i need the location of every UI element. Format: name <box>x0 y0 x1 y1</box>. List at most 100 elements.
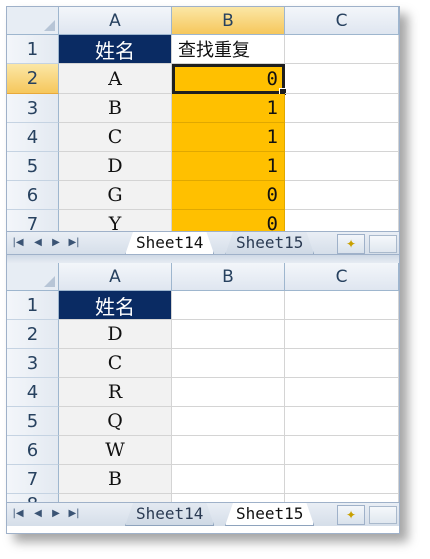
cell-c2[interactable] <box>285 64 399 94</box>
table-row: 5 D 1 <box>7 152 399 181</box>
row-header[interactable]: 8 <box>7 494 59 502</box>
tab-sheet14[interactable]: Sheet14 <box>125 503 214 526</box>
cell-b8[interactable] <box>172 494 285 502</box>
cell-c7[interactable] <box>285 210 399 232</box>
tab-sheet15[interactable]: Sheet15 <box>225 232 314 254</box>
name-header-cell[interactable]: 姓名 <box>59 291 172 320</box>
column-header-b[interactable]: B <box>172 263 285 291</box>
name-cell[interactable]: W <box>59 436 172 465</box>
table-row: 8 <box>7 494 399 502</box>
table-row: 6 G 0 <box>7 181 399 210</box>
cell-b7[interactable] <box>172 465 285 494</box>
table-row: 4 C 1 <box>7 123 399 152</box>
duplicate-flag-cell[interactable]: 0 <box>172 210 285 232</box>
table-row: 3 B 1 <box>7 94 399 123</box>
row-header[interactable]: 7 <box>7 210 59 232</box>
name-cell[interactable]: C <box>59 123 172 152</box>
cell-b6[interactable] <box>172 436 285 465</box>
horizontal-scrollbar[interactable] <box>369 506 397 524</box>
column-header-c[interactable]: C <box>285 263 399 291</box>
name-cell[interactable] <box>59 494 172 502</box>
table-row: 2 D <box>7 320 399 349</box>
cell-c2[interactable] <box>285 320 399 349</box>
name-cell[interactable]: D <box>59 152 172 181</box>
last-sheet-icon[interactable]: ▶| <box>67 236 81 250</box>
name-cell[interactable]: D <box>59 320 172 349</box>
row-header[interactable]: 3 <box>7 349 59 378</box>
name-cell[interactable]: R <box>59 378 172 407</box>
row-header[interactable]: 6 <box>7 181 59 210</box>
name-cell[interactable]: B <box>59 94 172 123</box>
column-header-a[interactable]: A <box>59 7 172 35</box>
cell-c8[interactable] <box>285 494 399 502</box>
row-header[interactable]: 4 <box>7 123 59 152</box>
column-header-b[interactable]: B <box>172 7 285 35</box>
excel-window: A B C 1 姓名 查找重复 2 A 0 3 B 1 4 C 1 5 D 1 … <box>6 6 400 534</box>
horizontal-scrollbar[interactable] <box>369 235 397 253</box>
bottom-sheet-pane: A B C 1 姓名 2 D 3 C 4 R 5 Q 6 W 7 B |◀ ◀ … <box>7 263 399 533</box>
next-sheet-icon[interactable]: ▶ <box>49 507 63 521</box>
prev-sheet-icon[interactable]: ◀ <box>31 236 45 250</box>
cell-c5[interactable] <box>285 407 399 436</box>
name-cell[interactable]: B <box>59 465 172 494</box>
row-header[interactable]: 6 <box>7 436 59 465</box>
first-sheet-icon[interactable]: |◀ <box>11 507 25 521</box>
duplicate-flag-cell[interactable]: 1 <box>172 152 285 181</box>
name-header-cell[interactable]: 姓名 <box>59 35 172 64</box>
select-all-corner[interactable] <box>7 7 59 35</box>
prev-sheet-icon[interactable]: ◀ <box>31 507 45 521</box>
insert-sheet-icon[interactable]: ✦ <box>337 234 365 254</box>
row-header[interactable]: 1 <box>7 35 59 64</box>
row-header[interactable]: 2 <box>7 64 59 94</box>
row-header[interactable]: 4 <box>7 378 59 407</box>
name-cell[interactable]: A <box>59 64 172 94</box>
cell-c6[interactable] <box>285 436 399 465</box>
column-header-row: A B C <box>7 263 399 291</box>
select-all-corner[interactable] <box>7 263 59 291</box>
cell-c3[interactable] <box>285 94 399 123</box>
cell-c4[interactable] <box>285 123 399 152</box>
cell-b4[interactable] <box>172 378 285 407</box>
active-cell-b2[interactable]: 0 <box>172 64 287 96</box>
cell-b1[interactable] <box>172 291 285 320</box>
cell-b5[interactable] <box>172 407 285 436</box>
cell-c5[interactable] <box>285 152 399 181</box>
row-header[interactable]: 2 <box>7 320 59 349</box>
sheet-tab-bar: |◀ ◀ ▶ ▶| Sheet14 Sheet15 ✦ <box>7 231 399 254</box>
cell-c4[interactable] <box>285 378 399 407</box>
cell-c3[interactable] <box>285 349 399 378</box>
name-cell[interactable]: C <box>59 349 172 378</box>
row-header[interactable]: 1 <box>7 291 59 320</box>
table-row: 1 姓名 查找重复 <box>7 35 399 64</box>
row-header[interactable]: 5 <box>7 152 59 181</box>
column-header-c[interactable]: C <box>285 7 399 35</box>
first-sheet-icon[interactable]: |◀ <box>11 236 25 250</box>
row-header[interactable]: 3 <box>7 94 59 123</box>
cell-c6[interactable] <box>285 181 399 210</box>
duplicate-flag-cell[interactable]: 1 <box>172 94 285 123</box>
cell-b2[interactable] <box>172 320 285 349</box>
row-header[interactable]: 7 <box>7 465 59 494</box>
find-duplicate-header-cell[interactable]: 查找重复 <box>172 35 285 64</box>
column-header-row: A B C <box>7 7 399 35</box>
tab-sheet14[interactable]: Sheet14 <box>125 232 214 254</box>
last-sheet-icon[interactable]: ▶| <box>67 507 81 521</box>
table-row: 3 C <box>7 349 399 378</box>
cell-b3[interactable] <box>172 349 285 378</box>
duplicate-flag-value: 0 <box>266 67 278 90</box>
tab-sheet15[interactable]: Sheet15 <box>225 503 314 526</box>
table-row: 6 W <box>7 436 399 465</box>
duplicate-flag-cell[interactable]: 0 <box>172 181 285 210</box>
row-header[interactable]: 5 <box>7 407 59 436</box>
cell-c7[interactable] <box>285 465 399 494</box>
insert-sheet-icon[interactable]: ✦ <box>337 505 365 525</box>
cell-c1[interactable] <box>285 35 399 64</box>
name-cell[interactable]: Y <box>59 210 172 232</box>
duplicate-flag-cell[interactable]: 1 <box>172 123 285 152</box>
cell-c1[interactable] <box>285 291 399 320</box>
name-cell[interactable]: Q <box>59 407 172 436</box>
column-header-a[interactable]: A <box>59 263 172 291</box>
name-cell[interactable]: G <box>59 181 172 210</box>
next-sheet-icon[interactable]: ▶ <box>49 236 63 250</box>
table-row: 4 R <box>7 378 399 407</box>
